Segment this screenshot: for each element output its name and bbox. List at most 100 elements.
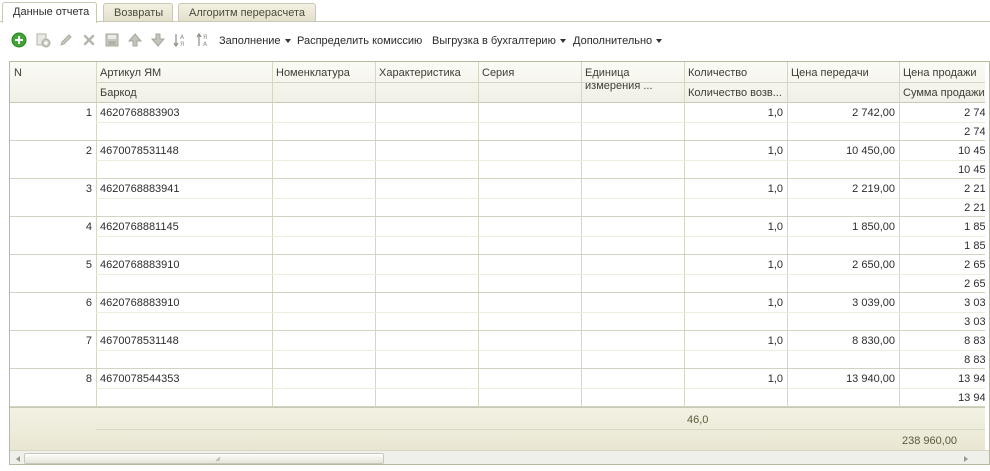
cell-n[interactable]: 8 <box>10 372 92 386</box>
cell-n[interactable]: 1 <box>10 106 92 120</box>
cell-sale-sum[interactable]: 3 039,00 <box>899 315 989 329</box>
column-header-n[interactable]: N <box>10 66 96 80</box>
cell-n[interactable]: 5 <box>10 258 92 272</box>
add-icon[interactable] <box>11 32 27 48</box>
cell-transfer-price[interactable]: 10 450,00 <box>787 144 895 158</box>
scrollbar-thumb[interactable] <box>24 453 384 464</box>
cell-transfer-price[interactable]: 2 742,00 <box>787 106 895 120</box>
cell-article[interactable]: 4670078544353 <box>100 372 268 386</box>
horizontal-scrollbar[interactable] <box>10 450 989 464</box>
cell-quantity[interactable]: 1,0 <box>684 220 783 234</box>
row-sub-divider <box>96 388 989 389</box>
cell-sale-price[interactable]: 1 850,00 <box>899 220 989 234</box>
column-header-unit[interactable]: Единица <box>581 66 684 80</box>
cell-sale-price[interactable]: 13 940,00 <box>899 372 989 386</box>
more-menu-label: Дополнительно <box>573 35 653 47</box>
chevron-down-icon <box>284 39 291 44</box>
table-row[interactable]: 5 4620768883910 1,0 2 650,00 2 650,00 2 650,0… <box>10 255 989 293</box>
tab-bar: Данные отчета Возвраты Алгоритм перерасч… <box>0 0 990 23</box>
table-row[interactable]: 3 4620768883941 1,0 2 219,00 2 219,00 2 219,0… <box>10 179 989 217</box>
cell-article[interactable]: 4670078531148 <box>100 334 268 348</box>
cell-quantity[interactable]: 1,0 <box>684 106 783 120</box>
cell-article[interactable]: 4620768881145 <box>100 220 268 234</box>
column-header-article[interactable]: Артикул ЯМ <box>96 66 272 80</box>
column-header-characteristic[interactable]: Характеристика <box>375 66 478 80</box>
column-header-nomenclature[interactable]: Номенклатура <box>272 66 375 80</box>
cell-sale-sum[interactable]: 2 650,00 <box>899 277 989 291</box>
cell-sale-sum[interactable]: 8 830,00 <box>899 353 989 367</box>
cell-quantity[interactable]: 1,0 <box>684 334 783 348</box>
move-down-icon[interactable] <box>150 32 166 48</box>
save-icon[interactable] <box>104 32 120 48</box>
cell-transfer-price[interactable]: 1 850,00 <box>787 220 895 234</box>
edit-icon[interactable] <box>58 32 74 48</box>
cell-quantity[interactable]: 1,0 <box>684 296 783 310</box>
export-accounting-menu[interactable]: Выгрузка в бухгалтерию <box>432 33 566 49</box>
cell-transfer-price[interactable]: 2 219,00 <box>787 182 895 196</box>
cell-transfer-price[interactable]: 2 650,00 <box>787 258 895 272</box>
copy-icon[interactable] <box>35 32 51 48</box>
cell-sale-price[interactable]: 2 742,00 <box>899 106 989 120</box>
column-header-quantity[interactable]: Количество <box>684 66 787 80</box>
cell-article[interactable]: 4620768883903 <box>100 106 268 120</box>
table-row[interactable]: 7 4670078531148 1,0 8 830,00 8 830,00 8 830,0… <box>10 331 989 369</box>
table-row[interactable]: 8 4670078544353 1,0 13 940,00 13 940,00 13 94… <box>10 369 989 407</box>
cell-sale-sum[interactable]: 1 850,00 <box>899 239 989 253</box>
fill-menu[interactable]: Заполнение <box>219 33 291 49</box>
toolbar: AЯ ЯA Заполнение Распределить комиссию В… <box>0 28 990 54</box>
tab-recalc-algorithm[interactable]: Алгоритм перерасчета <box>178 3 316 22</box>
cell-transfer-price[interactable]: 13 940,00 <box>787 372 895 386</box>
cell-quantity[interactable]: 1,0 <box>684 372 783 386</box>
cell-sale-sum[interactable]: 2 219,00 <box>899 201 989 215</box>
cell-article[interactable]: 4620768883910 <box>100 296 268 310</box>
footer-sale-sum-total: 238 960,00 <box>902 435 958 447</box>
cell-quantity[interactable]: 1,0 <box>684 258 783 272</box>
cell-transfer-price[interactable]: 8 830,00 <box>787 334 895 348</box>
tab-returns[interactable]: Возвраты <box>103 3 173 22</box>
column-header-barcode[interactable]: Баркод <box>96 86 272 100</box>
cell-n[interactable]: 2 <box>10 144 92 158</box>
cell-sale-sum[interactable]: 10 450,00 <box>899 163 989 177</box>
table-row[interactable]: 4 4620768881145 1,0 1 850,00 1 850,00 1 850,0… <box>10 217 989 255</box>
cell-n[interactable]: 6 <box>10 296 92 310</box>
table-row[interactable]: 2 4670078531148 1,0 10 450,00 10 450,00 10 45… <box>10 141 989 179</box>
scroll-right-icon[interactable] <box>960 453 972 464</box>
row-sub-divider <box>96 198 989 199</box>
column-header-sale-price[interactable]: Цена продажи <box>899 66 989 80</box>
table-row[interactable]: 1 4620768883903 1,0 2 742,00 2 742,00 2 742,0… <box>10 103 989 141</box>
cell-sale-price[interactable]: 2 219,00 <box>899 182 989 196</box>
cell-n[interactable]: 4 <box>10 220 92 234</box>
column-header-quantity-return[interactable]: Количество возв... <box>684 86 787 100</box>
table-row[interactable]: 6 4620768883910 1,0 3 039,00 3 039,00 3 039,0… <box>10 293 989 331</box>
tab-report-data[interactable]: Данные отчета <box>2 2 97 23</box>
grid-footer: 46,0 238 960,00 <box>10 407 989 450</box>
grid-right-edge <box>985 62 989 450</box>
more-menu[interactable]: Дополнительно <box>573 33 663 49</box>
distribute-commission-button[interactable]: Распределить комиссию <box>297 33 422 49</box>
cell-sale-price[interactable]: 2 650,00 <box>899 258 989 272</box>
column-header-series[interactable]: Серия <box>478 66 581 80</box>
fill-menu-label: Заполнение <box>219 35 281 47</box>
cell-sale-price[interactable]: 3 039,00 <box>899 296 989 310</box>
cell-article[interactable]: 4620768883910 <box>100 258 268 272</box>
cell-article[interactable]: 4620768883941 <box>100 182 268 196</box>
column-header-sale-sum[interactable]: Сумма продажи <box>899 86 989 100</box>
column-header-transfer-price[interactable]: Цена передачи <box>787 66 899 80</box>
cell-sale-price[interactable]: 8 830,00 <box>899 334 989 348</box>
cell-quantity[interactable]: 1,0 <box>684 182 783 196</box>
cell-transfer-price[interactable]: 3 039,00 <box>787 296 895 310</box>
cell-n[interactable]: 3 <box>10 182 92 196</box>
cell-sale-price[interactable]: 10 450,00 <box>899 144 989 158</box>
report-grid[interactable]: N Артикул ЯМ Баркод Номенклатура Характе… <box>9 61 990 465</box>
cell-n[interactable]: 7 <box>10 334 92 348</box>
cell-sale-sum[interactable]: 2 742,00 <box>899 125 989 139</box>
cell-sale-sum[interactable]: 13 940,00 <box>899 391 989 405</box>
cell-article[interactable]: 4670078531148 <box>100 144 268 158</box>
move-up-icon[interactable] <box>127 32 143 48</box>
scroll-grip-icon <box>215 456 221 462</box>
sort-desc-icon[interactable]: ЯA <box>196 32 212 48</box>
delete-icon[interactable] <box>81 32 97 48</box>
cell-quantity[interactable]: 1,0 <box>684 144 783 158</box>
scroll-left-icon[interactable] <box>12 453 24 464</box>
sort-asc-icon[interactable]: AЯ <box>173 32 189 48</box>
